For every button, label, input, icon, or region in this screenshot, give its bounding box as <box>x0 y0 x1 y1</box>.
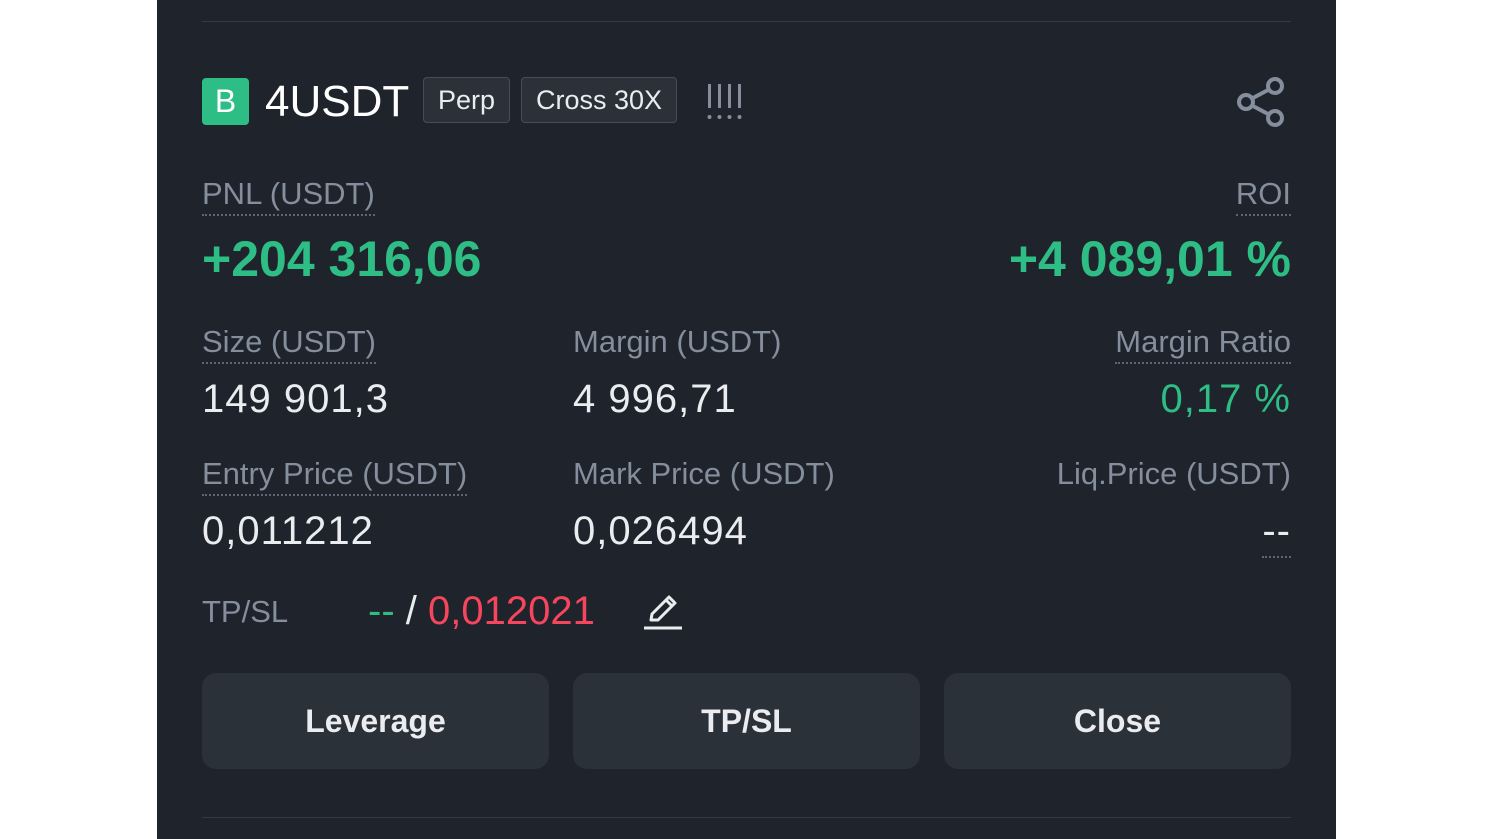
liq-price-value[interactable]: -- <box>1262 508 1291 558</box>
roi-value: +4 089,01 % <box>1008 231 1291 287</box>
tpsl-values: -- / 0,012021 <box>368 588 595 634</box>
tpsl-label: TP/SL <box>202 594 289 629</box>
tpsl-button[interactable]: TP/SL <box>573 673 920 769</box>
contract-type-tag: Perp <box>423 77 511 123</box>
margin-ratio-value: 0,17 % <box>1160 377 1291 421</box>
margin-mode-tag[interactable]: Cross 30X <box>521 77 678 123</box>
bottom-divider <box>202 817 1291 818</box>
margin-label: Margin (USDT) <box>573 324 782 359</box>
pnl-value: +204 316,06 <box>202 231 482 287</box>
liq-price-label: Liq.Price (USDT) <box>1056 456 1291 491</box>
top-divider <box>202 21 1291 22</box>
pnl-label[interactable]: PNL (USDT) <box>202 176 375 216</box>
size-value: 149 901,3 <box>202 377 389 421</box>
share-icon[interactable] <box>1235 76 1287 128</box>
margin-value: 4 996,71 <box>573 377 737 421</box>
sl-value: 0,012021 <box>428 589 595 633</box>
tpsl-separator: / <box>405 589 417 633</box>
mark-price-label: Mark Price (USDT) <box>573 456 835 491</box>
position-card: B 4USDT Perp Cross 30X PNL (USDT) +204 3… <box>157 0 1336 839</box>
leverage-button[interactable]: Leverage <box>202 673 549 769</box>
margin-ratio-label[interactable]: Margin Ratio <box>1115 324 1291 364</box>
close-button[interactable]: Close <box>944 673 1291 769</box>
side-badge: B <box>202 78 249 125</box>
entry-price-value: 0,011212 <box>202 509 374 553</box>
tp-value: -- <box>368 589 395 633</box>
pencil-icon[interactable] <box>642 590 684 632</box>
symbol-title[interactable]: 4USDT <box>265 76 409 128</box>
size-label[interactable]: Size (USDT) <box>202 324 376 364</box>
signal-bars-icon <box>707 84 742 119</box>
roi-label[interactable]: ROI <box>1235 176 1291 216</box>
mark-price-value: 0,026494 <box>573 509 748 553</box>
entry-price-label[interactable]: Entry Price (USDT) <box>202 456 468 496</box>
